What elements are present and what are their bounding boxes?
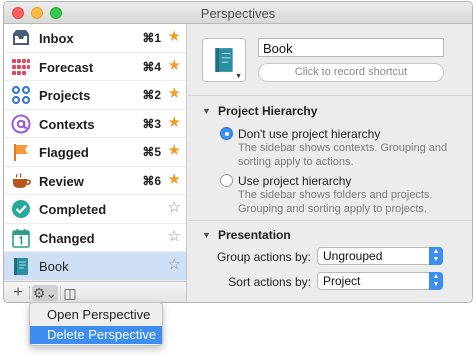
sidebar-item-label: Forecast [39, 59, 94, 75]
shortcut-label: ⌘2 [142, 88, 161, 102]
sidebar-item-contexts[interactable]: Contexts ⌘3 ★ [4, 110, 186, 138]
sidebar-item-label: Book [39, 259, 69, 274]
record-shortcut-field[interactable]: Click to record shortcut [258, 63, 444, 82]
add-perspective-button[interactable]: + [10, 285, 26, 301]
shortcut-label: ⌘3 [142, 116, 161, 131]
perspective-icon-picker[interactable]: ▼ [202, 38, 246, 82]
favorite-star-icon[interactable]: ★ [168, 171, 181, 188]
review-icon [13, 172, 31, 188]
sidebar-item-label: Projects [39, 88, 91, 103]
sidebar-item-label: Flagged [39, 145, 89, 160]
perspectives-window: Perspectives Inbox ⌘1 ★ Forecast ⌘4 ★ Pr… [3, 1, 473, 303]
perspective-list: Inbox ⌘1 ★ Forecast ⌘4 ★ Projects ⌘2 ★ C… [4, 24, 187, 281]
sidebar-item-label: Contexts [39, 116, 95, 132]
sidebar-item-label: Review [39, 173, 84, 189]
inbox-icon [13, 30, 29, 45]
radio-label[interactable]: Use project hierarchy [238, 174, 351, 188]
chevron-updown-icon: ▲ ▼ [429, 272, 443, 290]
radio-use-hierarchy[interactable] [220, 174, 233, 187]
shortcut-label: ⌘6 [142, 173, 161, 188]
favorite-star-icon[interactable]: ★ [168, 57, 181, 74]
disclosure-triangle-icon[interactable]: ▼ [202, 106, 211, 116]
shortcut-label: ⌘5 [142, 145, 161, 159]
sort-by-label: Sort actions by: [228, 275, 311, 289]
sidebar-item-inbox[interactable]: Inbox ⌘1 ★ [4, 24, 186, 53]
sidebar-toolbar: + ⚙⌄ ◫ [4, 281, 187, 302]
group-by-label: Group actions by: [216, 250, 311, 264]
perspective-detail-pane: ▼ Book Click to record shortcut ▼ Projec… [188, 24, 472, 302]
favorite-star-icon[interactable]: ☆ [168, 257, 181, 273]
section-header-hierarchy: Project Hierarchy [218, 104, 318, 118]
radio-description: The sidebar shows folders and projects. … [238, 189, 433, 215]
shortcut-label: ⌘4 [142, 59, 161, 74]
menu-item-delete-perspective[interactable]: Delete Perspective [30, 326, 162, 344]
sort-by-value: Project [323, 274, 361, 288]
projects-icon [11, 85, 31, 105]
favorite-star-icon[interactable]: ★ [168, 114, 181, 131]
window-title: Perspectives [200, 6, 276, 21]
disclosure-triangle-icon[interactable]: ▼ [202, 230, 211, 240]
book-icon [215, 48, 233, 72]
favorite-star-icon[interactable]: ★ [168, 29, 181, 45]
perspective-name-field[interactable]: Book [258, 38, 444, 57]
toolbar-divider [60, 286, 61, 300]
favorite-star-icon[interactable]: ☆ [168, 200, 181, 216]
sidebar-item-projects[interactable]: Projects ⌘2 ★ [4, 81, 186, 110]
book-icon [14, 258, 28, 275]
section-divider [188, 220, 472, 221]
completed-icon [12, 200, 30, 218]
chevron-updown-icon: ▲ ▼ [429, 247, 443, 265]
forecast-icon [12, 58, 30, 75]
group-by-select[interactable]: Ungrouped ▲ ▼ [317, 247, 443, 265]
section-divider [188, 95, 472, 96]
sort-by-select[interactable]: Project ▲ ▼ [317, 272, 443, 290]
title-bar[interactable]: Perspectives [4, 2, 472, 24]
toggle-panel-icon[interactable]: ◫ [62, 285, 78, 301]
favorite-star-icon[interactable]: ★ [168, 143, 181, 159]
sidebar-item-changed[interactable]: Changed ☆ [4, 224, 186, 252]
favorite-star-icon[interactable]: ★ [168, 86, 181, 102]
gear-menu-button[interactable]: ⚙⌄ [32, 285, 58, 301]
gear-context-menu: Open Perspective Delete Perspective [29, 302, 163, 346]
flag-icon [14, 144, 28, 161]
sidebar-item-label: Changed [39, 230, 95, 246]
toolbar-divider [29, 286, 30, 300]
sidebar-item-flagged[interactable]: Flagged ⌘5 ★ [4, 138, 186, 167]
sidebar-item-forecast[interactable]: Forecast ⌘4 ★ [4, 53, 186, 81]
radio-description: The sidebar shows contexts. Grouping and… [238, 142, 448, 168]
group-by-value: Ungrouped [323, 249, 383, 263]
radio-no-hierarchy[interactable] [220, 127, 233, 140]
shortcut-label: ⌘1 [142, 31, 161, 45]
sidebar-item-book[interactable]: Book ☆ [4, 252, 186, 281]
radio-label[interactable]: Don't use project hierarchy [238, 127, 380, 141]
section-header-presentation: Presentation [218, 228, 291, 242]
sidebar-item-label: Inbox [39, 31, 74, 46]
dropdown-arrow-icon: ▼ [235, 73, 242, 80]
contexts-icon [11, 114, 31, 133]
sidebar-item-completed[interactable]: Completed ☆ [4, 195, 186, 224]
sidebar-item-review[interactable]: Review ⌘6 ★ [4, 167, 186, 195]
menu-item-open-perspective[interactable]: Open Perspective [30, 306, 162, 324]
sidebar-item-label: Completed [39, 202, 107, 217]
favorite-star-icon[interactable]: ☆ [168, 228, 181, 245]
changed-icon [12, 228, 30, 248]
